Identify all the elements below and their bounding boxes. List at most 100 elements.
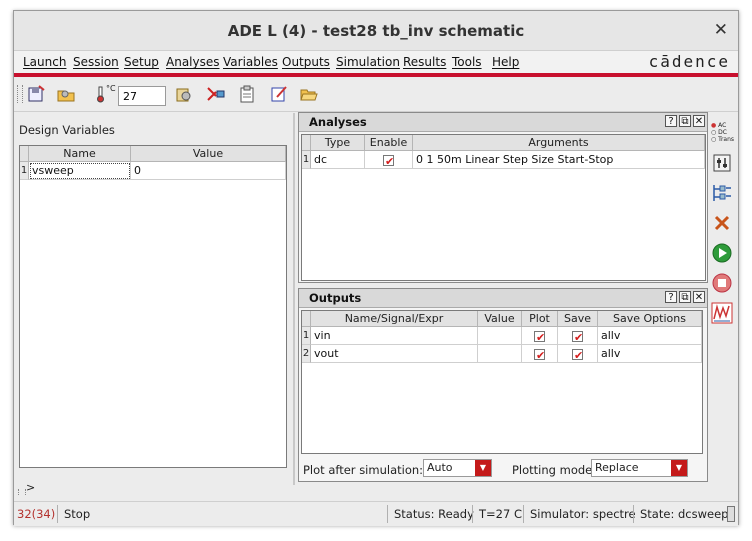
column-header-type[interactable]: Type	[311, 135, 365, 151]
setup-model-libraries-icon[interactable]	[173, 84, 195, 104]
enable-checkbox[interactable]	[383, 153, 394, 168]
outputs-table[interactable]: Name/Signal/Expr Value Plot Save Save Op…	[301, 310, 703, 454]
column-header-plot[interactable]: Plot	[522, 311, 558, 327]
row-number: 2	[302, 345, 311, 363]
column-header-name[interactable]: Name	[29, 146, 131, 162]
plot-checkbox[interactable]	[534, 329, 545, 344]
output-save-options-cell[interactable]: allv	[598, 327, 702, 345]
output-value-cell[interactable]	[478, 345, 522, 363]
title-bar: ADE L (4) - test28 tb_inv schematic ✕	[14, 11, 738, 51]
analysis-arguments-cell[interactable]: 0 1 50m Linear Step Size Start-Stop	[413, 151, 705, 169]
status-simulator: Simulator: spectre	[523, 505, 636, 523]
column-header-value[interactable]: Value	[131, 146, 286, 162]
analysis-type-cell[interactable]: dc	[311, 151, 365, 169]
menu-help[interactable]: Help	[492, 55, 519, 69]
row-number: 1	[302, 151, 311, 169]
analyses-table[interactable]: Type Enable Arguments 1 dc 0 1 50m Linea…	[301, 134, 706, 281]
menu-launch[interactable]: Launch	[23, 55, 66, 69]
column-header-save-options[interactable]: Save Options	[598, 311, 702, 327]
open-folder-icon[interactable]	[298, 84, 320, 104]
main-toolbar: °C	[14, 77, 738, 112]
plot-after-simulation-select[interactable]: Auto ▼	[423, 459, 492, 477]
save-state-icon[interactable]	[25, 84, 47, 104]
menu-bar: Launch Session Setup Analyses Variables …	[14, 51, 738, 73]
close-dock-button[interactable]: ✕	[693, 115, 705, 127]
menu-outputs[interactable]: Outputs	[282, 55, 330, 69]
analysis-enable-cell[interactable]	[365, 151, 413, 169]
variable-name-cell[interactable]: vsweep	[29, 162, 131, 180]
column-header-enable[interactable]: Enable	[365, 135, 413, 151]
ade-window: ADE L (4) - test28 tb_inv schematic ✕ La…	[13, 10, 739, 526]
output-plot-cell[interactable]	[522, 345, 558, 363]
plot-after-simulation-value: Auto	[427, 461, 453, 474]
close-dock-button[interactable]: ✕	[693, 291, 705, 303]
analyses-dock-header: Analyses ? ⧉ ✕	[299, 113, 707, 132]
close-window-button[interactable]: ✕	[714, 20, 728, 40]
menu-setup[interactable]: Setup	[124, 55, 159, 69]
command-prompt[interactable]: >	[26, 481, 35, 494]
temperature-unit: °C	[106, 84, 116, 93]
menu-variables[interactable]: Variables	[223, 55, 278, 69]
row-number: 1	[302, 327, 311, 345]
edit-notes-icon[interactable]	[268, 84, 290, 104]
choose-analysis-icon[interactable]: ● AC ○ DC ○ Trans	[710, 117, 734, 147]
status-temperature: T=27 C	[472, 505, 522, 523]
save-checkbox[interactable]	[572, 347, 583, 362]
plot-after-simulation-label: Plot after simulation:	[303, 463, 424, 477]
column-header-save[interactable]: Save	[558, 311, 598, 327]
output-save-options-cell[interactable]: allv	[598, 345, 702, 363]
clipboard-icon[interactable]	[236, 84, 258, 104]
cadence-logo: cādence	[648, 52, 730, 71]
column-header-value[interactable]: Value	[478, 311, 522, 327]
float-button[interactable]: ⧉	[679, 291, 691, 303]
status-ready: Status: Ready	[387, 505, 474, 523]
design-variables-table[interactable]: Name Value 1 vsweep 0	[19, 145, 287, 468]
plotting-mode-value: Replace	[595, 461, 639, 474]
window-title: ADE L (4) - test28 tb_inv schematic	[227, 22, 525, 40]
row-number: 1	[20, 162, 29, 180]
float-button[interactable]: ⧉	[679, 115, 691, 127]
menu-simulation[interactable]: Simulation	[336, 55, 400, 69]
outputs-dock: Outputs ? ⧉ ✕ Name/Signal/Expr Value Plo…	[298, 288, 708, 482]
menu-results[interactable]: Results	[403, 55, 446, 69]
menu-analyses[interactable]: Analyses	[166, 55, 220, 69]
plotting-mode-select[interactable]: Replace ▼	[591, 459, 688, 477]
output-name-cell[interactable]: vin	[311, 327, 478, 345]
output-plot-cell[interactable]	[522, 327, 558, 345]
row-header-corner	[302, 311, 311, 327]
run-simulation-icon[interactable]	[710, 241, 734, 265]
plot-outputs-icon[interactable]	[710, 301, 734, 325]
plotting-mode-label: Plotting mode:	[512, 463, 597, 477]
column-header-arguments[interactable]: Arguments	[413, 135, 705, 151]
help-button[interactable]: ?	[665, 291, 677, 303]
select-on-schematic-icon[interactable]	[205, 84, 227, 104]
edit-variables-icon[interactable]	[710, 151, 734, 175]
load-state-icon[interactable]	[55, 84, 77, 104]
status-count: 32(34)	[17, 507, 56, 521]
column-header-name-signal-expr[interactable]: Name/Signal/Expr	[311, 311, 478, 327]
ac-label: AC	[718, 121, 727, 129]
outputs-dock-header: Outputs ? ⧉ ✕	[299, 289, 707, 308]
output-save-cell[interactable]	[558, 345, 598, 363]
toolbar-grip[interactable]	[17, 85, 23, 103]
output-name-cell[interactable]: vout	[311, 345, 478, 363]
help-button[interactable]: ?	[665, 115, 677, 127]
row-header-corner	[302, 135, 311, 151]
design-variables-label: Design Variables	[19, 123, 115, 137]
stop-simulation-icon[interactable]	[710, 271, 734, 295]
setup-outputs-icon[interactable]	[710, 181, 734, 205]
panel-splitter[interactable]	[293, 113, 295, 485]
delete-icon[interactable]	[710, 211, 734, 235]
analyses-title: Analyses	[309, 115, 367, 129]
output-value-cell[interactable]	[478, 327, 522, 345]
output-save-cell[interactable]	[558, 327, 598, 345]
temperature-input[interactable]	[118, 86, 166, 106]
plot-checkbox[interactable]	[534, 347, 545, 362]
row-header-corner	[20, 146, 29, 162]
dock-grip[interactable]	[18, 489, 26, 495]
menu-tools[interactable]: Tools	[452, 55, 482, 69]
resize-grip[interactable]	[727, 506, 735, 522]
menu-session[interactable]: Session	[73, 55, 119, 69]
variable-value-cell[interactable]: 0	[131, 162, 286, 180]
save-checkbox[interactable]	[572, 329, 583, 344]
